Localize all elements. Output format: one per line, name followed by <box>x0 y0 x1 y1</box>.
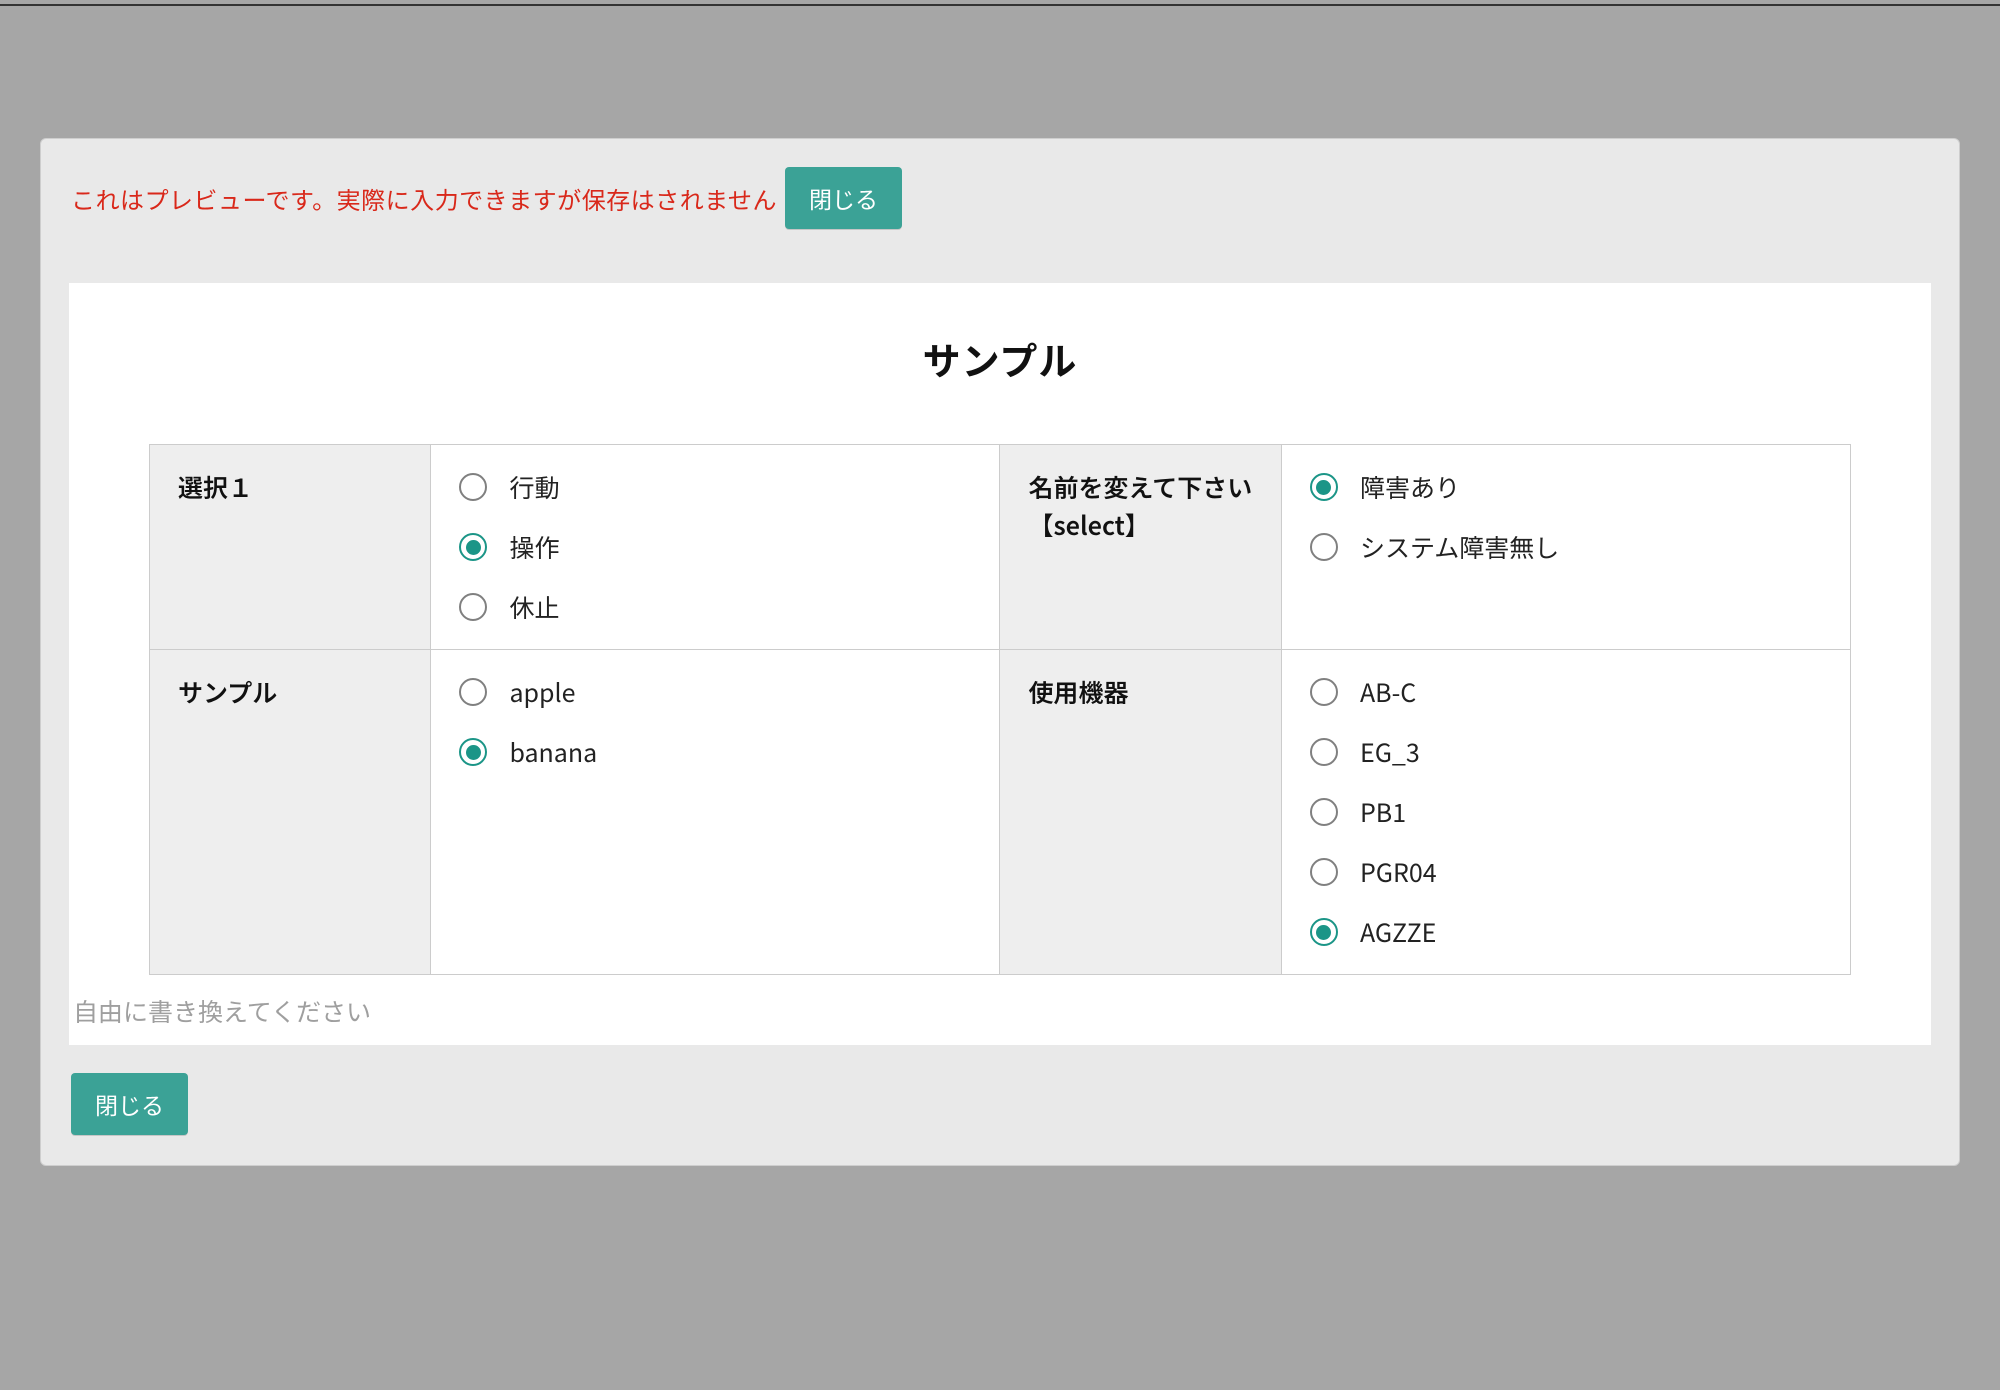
radio-option[interactable]: 休止 <box>459 589 971 625</box>
table-row: サンプル apple banana 使用機器 AB-C EG_3 PB1 PGR04 AGZZE <box>150 650 1851 975</box>
main-container: これはプレビューです。実際に入力できますが保存はされません 閉じる サンプル 選… <box>40 138 1960 1166</box>
radio-icon <box>1310 738 1338 766</box>
page-top-divider <box>0 4 2000 6</box>
group-options-cell: 障害ありシステム障害無し <box>1281 445 1850 650</box>
radio-option-label: PB1 <box>1360 794 1406 830</box>
radio-option[interactable]: 行動 <box>459 469 971 505</box>
radio-option-label: 障害あり <box>1360 469 1460 505</box>
radio-icon <box>1310 798 1338 826</box>
radio-option-label: EG_3 <box>1360 734 1420 770</box>
radio-option[interactable]: PB1 <box>1310 794 1822 830</box>
radio-icon <box>459 678 487 706</box>
radio-option[interactable]: AB-C <box>1310 674 1822 710</box>
form-table: 選択１行動操作休止名前を変えて下さい【select】障害ありシステム障害無しサン… <box>149 444 1851 975</box>
close-button-bottom[interactable]: 閉じる <box>71 1073 188 1135</box>
radio-icon <box>1310 918 1338 946</box>
radio-icon <box>459 593 487 621</box>
group-label-cell: 名前を変えて下さい【select】 <box>1000 445 1281 650</box>
form-panel: サンプル 選択１行動操作休止名前を変えて下さい【select】障害ありシステム障… <box>69 283 1931 1045</box>
radio-option[interactable]: apple <box>459 674 971 710</box>
radio-option-label: 休止 <box>509 589 559 625</box>
radio-option[interactable]: EG_3 <box>1310 734 1822 770</box>
preview-warning-text: これはプレビューです。実際に入力できますが保存はされません <box>71 181 777 216</box>
group-options-cell: apple banana <box>431 650 1000 975</box>
group-options-cell: AB-C EG_3 PB1 PGR04 AGZZE <box>1281 650 1850 975</box>
radio-icon <box>1310 473 1338 501</box>
radio-icon <box>1310 858 1338 886</box>
radio-option-label: システム障害無し <box>1360 529 1559 565</box>
radio-icon <box>1310 533 1338 561</box>
radio-option-label: 行動 <box>509 469 559 505</box>
group-label-cell: 選択１ <box>150 445 431 650</box>
radio-option[interactable]: banana <box>459 734 971 770</box>
radio-option-label: apple <box>509 674 575 710</box>
radio-option-label: PGR04 <box>1360 854 1437 890</box>
footer-note: 自由に書き換えてください <box>69 975 1931 1045</box>
form-title: サンプル <box>69 331 1931 386</box>
radio-option[interactable]: 操作 <box>459 529 971 565</box>
radio-icon <box>1310 678 1338 706</box>
group-options-cell: 行動操作休止 <box>431 445 1000 650</box>
radio-option[interactable]: PGR04 <box>1310 854 1822 890</box>
radio-icon <box>459 738 487 766</box>
group-label-cell: サンプル <box>150 650 431 975</box>
radio-option-label: banana <box>509 734 597 770</box>
radio-icon <box>459 473 487 501</box>
radio-option-label: AB-C <box>1360 674 1416 710</box>
radio-option-label: AGZZE <box>1360 914 1436 950</box>
radio-option[interactable]: システム障害無し <box>1310 529 1822 565</box>
radio-option-label: 操作 <box>509 529 559 565</box>
close-button-top[interactable]: 閉じる <box>785 167 902 229</box>
radio-icon <box>459 533 487 561</box>
group-label-cell: 使用機器 <box>1000 650 1281 975</box>
header-row: これはプレビューです。実際に入力できますが保存はされません 閉じる <box>41 167 1959 229</box>
radio-option[interactable]: 障害あり <box>1310 469 1822 505</box>
table-row: 選択１行動操作休止名前を変えて下さい【select】障害ありシステム障害無し <box>150 445 1851 650</box>
radio-option[interactable]: AGZZE <box>1310 914 1822 950</box>
